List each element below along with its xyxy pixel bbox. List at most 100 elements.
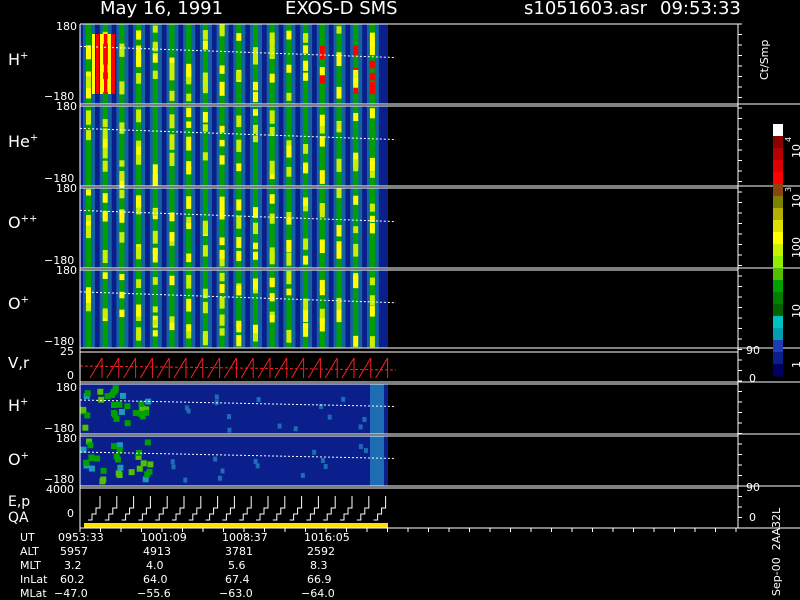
lower-sparse-0-11 [256, 397, 261, 403]
hplus-hot-0 [92, 34, 95, 94]
eph-inlat-2: 67.4 [225, 573, 250, 586]
eph-alt-1: 4913 [143, 545, 171, 558]
lower-sparse-1-0 [170, 459, 175, 465]
lower-patch-1-21 [144, 471, 151, 478]
ep-stair-9 [239, 496, 252, 521]
stripe-spot-1-1-0 [102, 119, 108, 128]
stripe-spot-1-3-3 [136, 109, 142, 123]
stripe-spot-3-13-3 [303, 323, 309, 330]
stripe-spot-2-8-1 [219, 196, 225, 209]
colorbar-label-1e3-base: 10 [790, 194, 800, 208]
stripe-spot-0-4-2 [152, 25, 158, 33]
colorbar-label-1e4-exp: 4 [784, 136, 793, 142]
vr-sawtooth-17 [375, 357, 389, 379]
footer-vertical-text: Sep-00 2AA32L [770, 507, 783, 596]
stripe-spot-0-4-1 [152, 53, 158, 63]
stripe-spot-2-3-4 [136, 197, 142, 207]
eph-inlat-1: 64.0 [143, 573, 168, 586]
stripe-spot-2-9-0 [236, 237, 242, 249]
stripe-spot-3-16-1 [353, 335, 359, 347]
colorbar-swatch-14 [773, 292, 783, 305]
lower-sparse-1-3 [363, 447, 368, 453]
lower-sparse-0-10 [358, 424, 363, 430]
eph-mlt-3: 8.3 [310, 559, 328, 572]
stripe-spot-0-5-3 [169, 70, 175, 81]
stripe-spot-2-9-1 [236, 215, 242, 229]
lower-sparse-1-11 [323, 464, 328, 470]
stripe-spot-2-8-2 [219, 249, 225, 259]
eph-mlat-2: −63.0 [219, 587, 253, 600]
stripe-spot-1-8-1 [219, 139, 225, 147]
stripe-spot-3-10-3 [253, 278, 258, 290]
stripe-spot-1-2-2 [119, 122, 125, 134]
stripe-spot-2-10-2 [253, 242, 258, 250]
stripe-spot-3-4-2 [152, 306, 158, 313]
stripe-spot-0-11-4 [269, 39, 275, 53]
stripe-spot-3-4-4 [152, 319, 158, 326]
ytick-lower2-top: 180 [56, 432, 77, 445]
stripe-spot-0-9-2 [236, 33, 242, 41]
stripe-spot-1-12-2 [286, 145, 292, 158]
stripe-spot-1-13-2 [303, 163, 309, 174]
stripe-spot-2-9-2 [236, 250, 242, 262]
stripe-spot-0-13-4 [303, 33, 309, 43]
ep-stair-17 [373, 496, 387, 521]
lower-patch-0-27 [82, 424, 89, 431]
lower-patch-1-26 [114, 456, 121, 463]
stripe-spot-0-6-3 [186, 93, 192, 102]
stripe-spot-1-6-3 [186, 107, 192, 118]
stripe-spot-1-14-0 [319, 136, 325, 147]
stripe-spot-0-17-0 [369, 60, 375, 69]
stripe-spot-1-7-2 [202, 124, 208, 132]
eph-ut-2: 1008:37 [222, 531, 268, 544]
lower-patch-1-24 [83, 459, 90, 466]
ep-stair-14 [323, 496, 336, 521]
colorbar-swatch-11 [773, 256, 783, 269]
lower-sparse-1-13 [213, 456, 218, 462]
eph-mlat-0: −47.0 [54, 587, 88, 600]
stripe-spot-3-15-2 [336, 297, 342, 308]
stripe-spot-3-12-1 [286, 329, 292, 343]
stripe-core-2-14 [319, 188, 325, 268]
ep-stair-10 [256, 496, 269, 521]
stripe-core-1-15 [336, 106, 342, 186]
lower-rightband-0 [370, 384, 384, 434]
panel-label-lower-o-plus: O+ [8, 450, 29, 469]
lower-patch-0-17 [98, 396, 105, 403]
stripe-spot-0-14-2 [319, 45, 325, 60]
eph-alt-2: 3781 [225, 545, 253, 558]
stripe-spot-3-1-1 [102, 308, 108, 319]
ep-stair-15 [340, 496, 353, 521]
stripe-spot-3-7-3 [202, 331, 208, 342]
stripe-spot-0-0-3 [86, 75, 91, 89]
colorbar-swatch-7 [773, 208, 783, 221]
ep-stair-12 [289, 496, 303, 521]
stripe-spot-3-3-4 [136, 327, 142, 338]
stripe-spot-2-10-1 [253, 251, 258, 260]
lower-sparse-1-8 [358, 444, 363, 450]
stripe-spot-2-3-2 [136, 246, 142, 260]
colorbar-swatch-12 [773, 268, 783, 281]
colorbar-swatch-6 [773, 196, 783, 209]
stripe-spot-0-8-3 [219, 24, 225, 35]
vr-sawtooth-13 [307, 357, 321, 379]
stripe-spot-3-8-0 [219, 296, 225, 309]
colorbar-swatch-19 [773, 352, 783, 365]
stripe-spot-1-15-4 [336, 121, 342, 130]
stripe-spot-3-7-1 [202, 288, 208, 299]
lower-sparse-1-5 [183, 477, 188, 483]
stripe-spot-3-2-0 [119, 273, 125, 281]
colorbar-label-100: 100 [790, 237, 800, 258]
stripe-spot-3-2-2 [119, 309, 125, 318]
stripe-spot-1-16-2 [353, 159, 359, 172]
stripe-spot-3-9-3 [236, 285, 242, 296]
colorbar-swatch-5 [773, 184, 783, 197]
stripe-spot-2-6-2 [186, 196, 192, 209]
stripe-spot-2-11-1 [269, 213, 275, 224]
stripe-spot-2-16-2 [353, 195, 359, 205]
lower-patch-1-20 [88, 465, 95, 472]
stripe-spot-3-6-3 [186, 330, 192, 339]
stripe-spot-3-3-2 [136, 304, 142, 317]
ep-stair-16 [356, 496, 370, 521]
lower-patch-1-16 [116, 447, 123, 454]
